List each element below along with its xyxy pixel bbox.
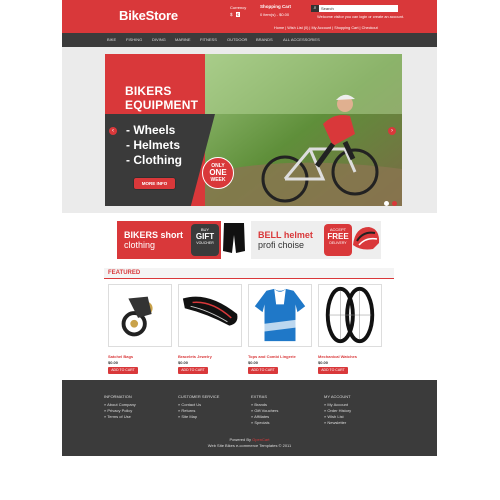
footer-link[interactable]: » Terms of Use <box>104 414 136 420</box>
gift-badge-bottom: VOUCHER <box>196 241 214 245</box>
link-my-account[interactable]: My Account <box>311 26 331 30</box>
slider-dot-2[interactable] <box>392 201 397 206</box>
link-checkout[interactable]: Checkout <box>362 26 378 30</box>
product-name[interactable]: Satchel Bags <box>108 354 172 359</box>
product-price: $0.00 <box>108 360 119 365</box>
slider-title-line2: EQUIPMENT <box>125 98 199 112</box>
nav-item-bike[interactable]: BIKE <box>107 33 116 47</box>
add-to-cart-button[interactable]: ADD TO CART <box>178 367 208 374</box>
cart-summary: 0 item(s) - $0.00 <box>260 12 290 17</box>
shorts-image <box>221 221 247 259</box>
footer-column-extras: EXTRAS » Brands » Gift Vouchers » Affili… <box>251 394 278 426</box>
product-card: Bracelets Jewelry $0.00 ADD TO CART <box>178 284 242 374</box>
search-input[interactable]: ⌕ Search <box>311 5 398 12</box>
top-links: Home | Wish List (0) | My Account | Shop… <box>274 26 378 30</box>
featured-header: FEATURED <box>104 268 394 279</box>
hero-slider: BIKERS EQUIPMENT - Wheels - Helmets - Cl… <box>105 54 402 206</box>
slider-item-clothing: - Clothing <box>126 153 182 167</box>
nav-item-brands[interactable]: BRANDS <box>256 33 273 47</box>
add-to-cart-button[interactable]: ADD TO CART <box>248 367 278 374</box>
promo-banner-helmet[interactable]: BELL helmet profi choise ACCEPT FREE DEL… <box>251 221 381 259</box>
opencart-link[interactable]: OpenCart <box>252 437 269 442</box>
currency-dollar[interactable]: $ <box>230 12 233 17</box>
link-shopping-cart[interactable]: Shopping Cart <box>334 26 358 30</box>
product-image-derailleur[interactable] <box>108 284 172 347</box>
badge-line3: WEEK <box>210 177 226 183</box>
featured-title: FEATURED <box>108 270 141 276</box>
product-price: $0.00 <box>178 360 189 365</box>
hero-photo-cyclist <box>205 54 402 206</box>
product-name[interactable]: Mechanical Watches <box>318 354 382 359</box>
nav-item-marine[interactable]: MARINE <box>175 33 191 47</box>
gift-badge-mid: GIFT <box>195 232 215 241</box>
nav-item-all-accessories[interactable]: ALL ACCESSORIES <box>283 33 320 47</box>
copyright-text: Web Site Bikes e-commerce Templates © 20… <box>207 443 292 448</box>
promo-banner-shorts[interactable]: BIKERS short clothing BUY GIFT VOUCHER <box>117 221 247 259</box>
footer-heading: MY ACCOUNT <box>324 394 351 399</box>
product-name[interactable]: Tops and Combi Lingerie <box>248 354 312 359</box>
free-badge-mid: FREE <box>327 232 349 241</box>
search-icon[interactable]: ⌕ <box>311 5 319 12</box>
product-image-saddle[interactable] <box>178 284 242 347</box>
currency-selector: Currency $ € <box>230 5 246 17</box>
footer-column-information: INFORMATION » About Company » Privacy Po… <box>104 394 136 420</box>
more-info-button[interactable]: MORE INFO <box>134 178 175 189</box>
free-badge-bottom: DELIVERY <box>329 241 347 245</box>
slider-item-helmets: - Helmets <box>126 138 181 152</box>
nav-item-diving[interactable]: DIVING <box>152 33 166 47</box>
shopping-cart[interactable]: Shopping Cart 0 item(s) - $0.00 <box>260 4 291 17</box>
currency-euro[interactable]: € <box>235 12 241 17</box>
product-card: Satchel Bags $0.00 ADD TO CART <box>108 284 172 374</box>
link-home[interactable]: Home <box>274 26 284 30</box>
footer-link[interactable]: » Site Map <box>178 414 219 420</box>
cart-title: Shopping Cart <box>260 4 291 9</box>
slider-next-arrow-icon[interactable]: › <box>388 127 396 135</box>
product-price: $0.00 <box>248 360 259 365</box>
footer: INFORMATION » About Company » Privacy Po… <box>62 380 437 456</box>
add-to-cart-button[interactable]: ADD TO CART <box>318 367 348 374</box>
product-image-jersey[interactable] <box>248 284 312 347</box>
product-name[interactable]: Bracelets Jewelry <box>178 354 242 359</box>
product-card: Tops and Combi Lingerie $0.00 ADD TO CAR… <box>248 284 312 374</box>
footer-heading: EXTRAS <box>251 394 268 399</box>
nav-item-outdoor[interactable]: OUTDOOR <box>227 33 247 47</box>
free-delivery-badge: ACCEPT FREE DELIVERY <box>324 224 352 256</box>
footer-column-customer-service: CUSTOMER SERVICE » Contact Us » Returns … <box>178 394 219 420</box>
banner1-line1: BIKERS short <box>124 230 184 240</box>
link-wish-list[interactable]: Wish List (0) <box>287 26 308 30</box>
powered-by-label: Powered By <box>229 437 252 442</box>
gift-voucher-badge: BUY GIFT VOUCHER <box>191 224 219 256</box>
main-nav: BIKE FISHING DIVING MARINE FITNESS OUTDO… <box>62 33 437 47</box>
footer-link[interactable]: » Newsletter <box>324 420 351 426</box>
banner1-line2: clothing <box>124 240 156 250</box>
helmet-image <box>353 227 380 250</box>
header: BikeStore Currency $ € Shopping Cart 0 it… <box>62 0 437 33</box>
product-price: $0.00 <box>318 360 329 365</box>
footer-link[interactable]: » Specials <box>251 420 278 426</box>
slider-area: BIKERS EQUIPMENT - Wheels - Helmets - Cl… <box>62 47 437 213</box>
logo[interactable]: BikeStore <box>119 8 178 23</box>
banner2-line2: profi choise <box>258 240 305 250</box>
add-to-cart-button[interactable]: ADD TO CART <box>108 367 138 374</box>
search-placeholder: Search <box>321 6 334 11</box>
product-card: Mechanical Watches $0.00 ADD TO CART <box>318 284 382 374</box>
page: BikeStore Currency $ € Shopping Cart 0 it… <box>62 0 437 456</box>
welcome-text: Welcome visitor you can login or create … <box>317 15 404 19</box>
badge-line2: ONE <box>209 168 227 177</box>
slider-title-line1: BIKERS <box>125 84 172 98</box>
footer-heading: CUSTOMER SERVICE <box>178 394 220 399</box>
only-one-week-badge: ONLY ONE WEEK <box>202 157 234 189</box>
footer-column-my-account: MY ACCOUNT » My Account » Order History … <box>324 394 351 426</box>
product-image-wheels[interactable] <box>318 284 382 347</box>
slider-item-wheels: - Wheels <box>126 123 176 137</box>
banner2-line1: BELL helmet <box>258 230 313 240</box>
slider-prev-arrow-icon[interactable]: ‹ <box>109 127 117 135</box>
footer-heading: INFORMATION <box>104 394 132 399</box>
powered-by: Powered By OpenCart Web Site Bikes e-com… <box>62 437 437 449</box>
slider-dot-1[interactable] <box>384 201 389 206</box>
nav-item-fishing[interactable]: FISHING <box>126 33 142 47</box>
nav-item-fitness[interactable]: FITNESS <box>200 33 217 47</box>
